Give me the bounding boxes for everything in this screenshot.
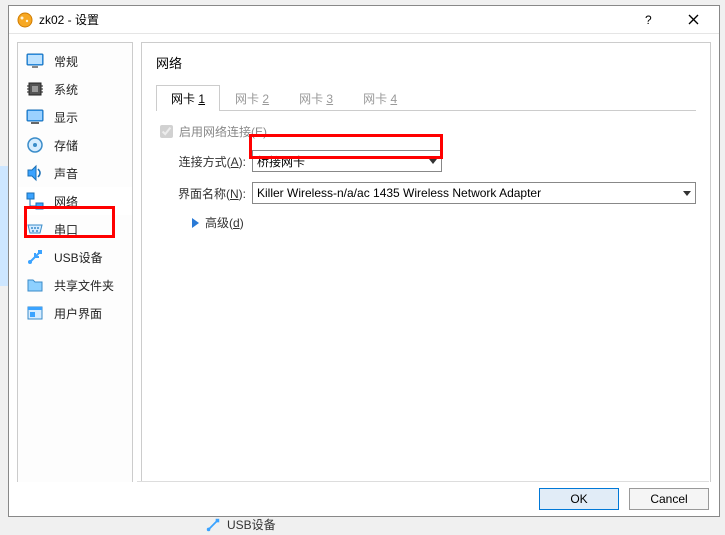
network-icon bbox=[26, 192, 44, 210]
advanced-toggle[interactable]: 高级(d) bbox=[192, 214, 696, 231]
help-button[interactable]: ? bbox=[627, 6, 671, 34]
folder-icon bbox=[26, 276, 44, 294]
close-button[interactable] bbox=[671, 6, 715, 34]
background-fragment: USB设备 bbox=[205, 516, 276, 533]
sidebar-item-label: 常规 bbox=[54, 53, 78, 70]
app-icon bbox=[17, 12, 33, 28]
tab-adapter-3[interactable]: 网卡 3 bbox=[284, 85, 348, 111]
caret-down-icon bbox=[429, 159, 437, 164]
sidebar-item-label: 网络 bbox=[54, 193, 78, 210]
advanced-label: 高级(d) bbox=[205, 214, 244, 231]
ok-button[interactable]: OK bbox=[539, 488, 619, 510]
window-title: zk02 - 设置 bbox=[39, 11, 627, 28]
sidebar-item-label: 显示 bbox=[54, 109, 78, 126]
disk-icon bbox=[26, 136, 44, 154]
triangle-right-icon bbox=[192, 218, 199, 228]
titlebar: zk02 - 设置 ? bbox=[9, 6, 719, 34]
sidebar-item-audio[interactable]: 声音 bbox=[18, 159, 132, 187]
footer: OK Cancel bbox=[9, 482, 719, 516]
sidebar-item-label: 存储 bbox=[54, 137, 78, 154]
sidebar-item-serial[interactable]: 串口 bbox=[18, 215, 132, 243]
svg-text:?: ? bbox=[645, 14, 652, 26]
sidebar-item-system[interactable]: 系统 bbox=[18, 75, 132, 103]
attached-to-select[interactable]: 桥接网卡 bbox=[252, 150, 442, 172]
enable-network-row: 启用网络连接(E) bbox=[160, 123, 696, 140]
enable-network-label: 启用网络连接(E) bbox=[179, 123, 267, 140]
sidebar-item-shared[interactable]: 共享文件夹 bbox=[18, 271, 132, 299]
attached-to-value: 桥接网卡 bbox=[257, 153, 305, 170]
tab-adapter-2[interactable]: 网卡 2 bbox=[220, 85, 284, 111]
chip-icon bbox=[26, 80, 44, 98]
window-icon bbox=[26, 304, 44, 322]
page-title: 网络 bbox=[156, 53, 696, 72]
sidebar-item-ui[interactable]: 用户界面 bbox=[18, 299, 132, 327]
adapter-name-value: Killer Wireless-n/a/ac 1435 Wireless Net… bbox=[257, 186, 541, 200]
sidebar-item-label: USB设备 bbox=[54, 249, 103, 266]
sidebar-item-label: 系统 bbox=[54, 81, 78, 98]
sidebar-item-display[interactable]: 显示 bbox=[18, 103, 132, 131]
adapter-name-label: 界面名称(N): bbox=[156, 185, 246, 202]
main-panel: 网络 网卡 1 网卡 2 网卡 3 网卡 4 启用网络连接(E) 连接方式(A)… bbox=[141, 42, 711, 504]
speaker-icon bbox=[26, 164, 44, 182]
cancel-button[interactable]: Cancel bbox=[629, 488, 709, 510]
serial-icon bbox=[26, 220, 44, 238]
enable-network-checkbox[interactable] bbox=[160, 125, 173, 138]
display-icon bbox=[26, 108, 44, 126]
sidebar-item-general[interactable]: 常规 bbox=[18, 47, 132, 75]
attached-to-label: 连接方式(A): bbox=[156, 153, 246, 170]
sidebar-item-label: 共享文件夹 bbox=[54, 277, 114, 294]
sidebar-item-label: 声音 bbox=[54, 165, 78, 182]
sidebar-item-label: 用户界面 bbox=[54, 305, 102, 322]
settings-window: zk02 - 设置 ? 常规 系统 显示 存储 bbox=[8, 5, 720, 517]
sidebar-item-storage[interactable]: 存储 bbox=[18, 131, 132, 159]
caret-down-icon bbox=[683, 191, 691, 196]
tab-adapter-1[interactable]: 网卡 1 bbox=[156, 85, 220, 111]
sidebar-item-label: 串口 bbox=[54, 221, 78, 238]
sidebar-item-usb[interactable]: USB设备 bbox=[18, 243, 132, 271]
usb-icon bbox=[26, 248, 44, 266]
adapter-tabs: 网卡 1 网卡 2 网卡 3 网卡 4 bbox=[156, 84, 696, 111]
tab-adapter-4[interactable]: 网卡 4 bbox=[348, 85, 412, 111]
adapter-name-select[interactable]: Killer Wireless-n/a/ac 1435 Wireless Net… bbox=[252, 182, 696, 204]
sidebar-item-network[interactable]: 网络 bbox=[18, 187, 132, 215]
sidebar: 常规 系统 显示 存储 声音 网络 bbox=[17, 42, 133, 504]
monitor-icon bbox=[26, 52, 44, 70]
